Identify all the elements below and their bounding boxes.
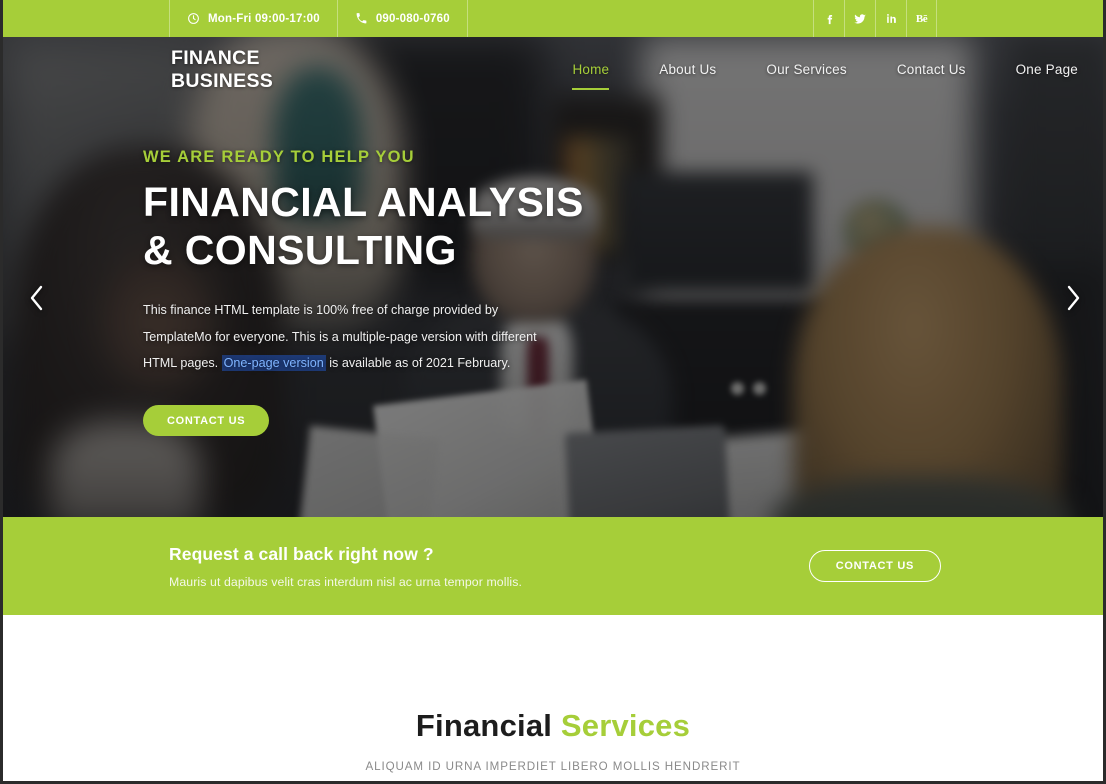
hero-title-line-2: & CONSULTING	[143, 226, 457, 273]
one-page-version-link[interactable]: One-page version	[221, 355, 326, 372]
phone-number-text: 090-080-0760	[375, 12, 450, 25]
hero-description: This finance HTML template is 100% free …	[143, 297, 543, 377]
top-bar: Mon-Fri 09:00-17:00 090-080-0760 Bē	[3, 0, 1103, 37]
nav-item-home[interactable]: Home	[572, 56, 610, 90]
call-back-subtitle: Mauris ut dapibus velit cras interdum ni…	[169, 574, 522, 589]
page-root: Mon-Fri 09:00-17:00 090-080-0760 Bē FINA…	[0, 0, 1106, 784]
nav-item-about-us[interactable]: About Us	[659, 56, 716, 83]
behance-label: Bē	[915, 12, 928, 25]
call-back-contact-us-button[interactable]: CONTACT US	[808, 550, 941, 582]
call-back-title: Request a call back right now ?	[169, 543, 434, 564]
twitter-icon[interactable]	[844, 0, 875, 37]
slider-prev-button[interactable]	[17, 278, 57, 318]
social-links-group: Bē	[813, 0, 937, 37]
clock-icon	[187, 12, 200, 25]
business-hours: Mon-Fri 09:00-17:00	[169, 0, 337, 37]
chevron-right-icon	[1065, 285, 1081, 311]
business-hours-text: Mon-Fri 09:00-17:00	[208, 12, 320, 25]
phone-icon	[355, 12, 368, 25]
hero-kicker: WE ARE READY TO HELP YOU	[143, 148, 415, 166]
site-logo[interactable]: FINANCE BUSINESS	[171, 47, 347, 93]
slider-next-button[interactable]	[1053, 278, 1093, 318]
section-title-dark: Financial	[415, 708, 553, 743]
hero-title-line-1: FINANCIAL ANALYSIS	[143, 179, 584, 225]
nav-item-our-services[interactable]: Our Services	[766, 56, 846, 83]
nav-item-one-page[interactable]: One Page	[1016, 56, 1078, 83]
hero-title: FINANCIAL ANALYSIS & CONSULTING	[143, 179, 603, 274]
call-back-text-group: Request a call back right now ? Mauris u…	[169, 544, 522, 589]
behance-icon[interactable]: Bē	[906, 0, 937, 37]
hero-contact-us-button[interactable]: CONTACT US	[143, 405, 270, 437]
chevron-left-icon	[29, 285, 45, 311]
facebook-icon[interactable]	[813, 0, 844, 37]
linkedin-icon[interactable]	[875, 0, 906, 37]
nav-item-contact-us[interactable]: Contact Us	[897, 56, 966, 83]
hero-description-part-2: is available as of 2021 February.	[325, 356, 511, 371]
financial-services-section: Financial Services ALIQUAM ID URNA IMPER…	[3, 615, 1103, 781]
section-title: Financial Services	[3, 708, 1103, 744]
main-navigation: Home About Us Our Services Contact Us On…	[547, 56, 1103, 90]
top-bar-info-group: Mon-Fri 09:00-17:00 090-080-0760	[169, 0, 468, 37]
phone-number[interactable]: 090-080-0760	[336, 0, 468, 37]
call-back-band: Request a call back right now ? Mauris u…	[3, 517, 1103, 615]
section-subtitle: ALIQUAM ID URNA IMPERDIET LIBERO MOLLIS …	[365, 760, 741, 773]
section-title-accent: Services	[560, 708, 691, 743]
site-header: FINANCE BUSINESS Home About Us Our Servi…	[3, 37, 1103, 102]
hero-content: WE ARE READY TO HELP YOU FINANCIAL ANALY…	[143, 148, 603, 437]
